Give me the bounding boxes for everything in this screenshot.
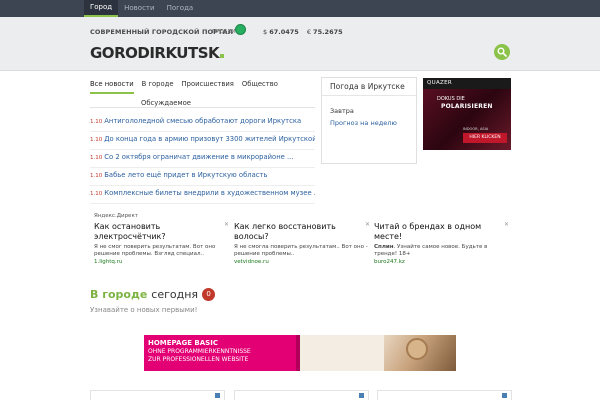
section-heading: В городе сегодня 0 — [90, 288, 216, 301]
eur-rate: € 75.2675 — [307, 28, 343, 36]
news-tabs: Все новости В городе Происшествия Общест… — [90, 80, 315, 107]
bottom-card[interactable] — [234, 390, 369, 400]
news-title: Бабье лето ещё придет в Иркутскую област… — [104, 171, 268, 179]
traffic-indicator-icon[interactable] — [235, 24, 246, 35]
usd-rate: $ 67.0475 — [263, 28, 299, 36]
weather-tomorrow: Завтра — [330, 107, 354, 115]
site-header: СОВРЕМЕННЫЙ ГОРОДСКОЙ ПОРТАЛ ПРОБКИ $ 67… — [0, 17, 600, 71]
top-nav-item-news[interactable]: Новости — [118, 0, 160, 17]
logo-dot-icon — [220, 54, 225, 58]
search-button[interactable] — [494, 44, 510, 60]
banner-person-image — [406, 338, 428, 360]
news-date: 1.10 — [90, 137, 103, 143]
homepage-banner-ad[interactable]: HOMEPAGE BASIC OHNE PROGRAMMIERKENNTNISS… — [144, 335, 456, 371]
bottom-card[interactable] — [90, 390, 225, 400]
tab-incidents[interactable]: Происшествия — [182, 80, 234, 94]
ad-headline: POLARISIEREN — [441, 103, 493, 110]
news-title: Со 2 октября ограничат движение в микрор… — [104, 153, 294, 161]
ad-banner-right[interactable]: QUAZER DOKUS DIE POLARISIEREN INDOOR, AS… — [423, 78, 511, 150]
tab-all-news[interactable]: Все новости — [90, 80, 134, 94]
tab-discussed[interactable]: Обсуждаемое — [138, 99, 315, 107]
direct-ad-text: Я не смогла поверить результатам.. Вот о… — [234, 244, 368, 257]
direct-ad-title[interactable]: Как легко восстановить волосы? — [234, 222, 369, 242]
direct-ad-url[interactable]: vetvidnoe.ru — [234, 259, 369, 265]
banner-line1: HOMEPAGE BASIC — [148, 339, 218, 347]
usd-symbol: $ — [263, 28, 268, 36]
card-badge-icon — [502, 393, 507, 398]
top-nav-bar: Город Новости Погода — [0, 0, 600, 17]
news-item[interactable]: 1.10 Бабье лето ещё придет в Иркутскую об… — [90, 168, 315, 186]
news-title: Антигололедной смесью обработают дороги … — [104, 117, 302, 125]
news-item[interactable]: 1.10 Антигололедной смесью обработают дор… — [90, 114, 315, 132]
card-badge-icon — [215, 393, 220, 398]
eur-symbol: € — [306, 28, 311, 36]
search-icon — [497, 47, 507, 57]
weather-widget: Погода в Иркутске Завтра Прогноз на неде… — [321, 77, 417, 164]
banner-stripe — [296, 335, 300, 371]
direct-ad-text: Сплин. Узнайте самое новое. Будьте в тре… — [374, 244, 509, 258]
news-date: 1.10 — [90, 119, 103, 125]
news-item[interactable]: 1.10 Комплексные билеты внедрили в художе… — [90, 186, 315, 204]
section-title-dark: сегодня — [151, 288, 199, 301]
count-badge: 0 — [202, 288, 216, 301]
currency-rates: $ 67.0475 € 75.2675 — [263, 28, 343, 36]
usd-value: 67.0475 — [269, 28, 299, 36]
direct-ad-title[interactable]: Читай о брендах в одном месте! — [374, 222, 509, 242]
top-nav-item-city[interactable]: Город — [84, 0, 119, 17]
top-nav-item-weather[interactable]: Погода — [161, 0, 200, 17]
yandex-direct-block: Яндекс.Директ Как остановить электросчёт… — [90, 213, 510, 268]
weather-week-link[interactable]: Прогноз на неделю — [322, 115, 416, 131]
top-nav: Город Новости Погода — [84, 0, 199, 17]
direct-ad[interactable]: Как остановить электросчётчик? Я не смог… — [94, 222, 229, 265]
ad-click-button[interactable]: HIER KLICKEN — [463, 133, 507, 143]
news-date: 1.10 — [90, 173, 103, 179]
logo-text: GORODIRKUTSK — [90, 44, 220, 62]
section-subtitle: Узнавайте о новых первыми! — [90, 306, 198, 314]
card-badge-icon — [359, 393, 364, 398]
ad-brand: QUAZER — [423, 78, 511, 89]
direct-ad[interactable]: Читай о брендах в одном месте! Сплин. Уз… — [374, 222, 509, 265]
site-logo[interactable]: GORODIRKUTSK — [90, 44, 225, 62]
tab-society[interactable]: Общество — [242, 80, 278, 94]
news-list: 1.10 Антигололедной смесью обработают дор… — [90, 114, 315, 204]
close-icon[interactable]: ✕ — [365, 221, 370, 228]
direct-ad-title[interactable]: Как остановить электросчётчик? — [94, 222, 229, 242]
ad-small-text: INDOOR, ASIA — [463, 127, 489, 131]
tabs-divider — [90, 107, 315, 108]
close-icon[interactable]: ✕ — [504, 221, 509, 228]
eur-value: 75.2675 — [313, 28, 343, 36]
direct-label[interactable]: Яндекс.Директ — [94, 213, 138, 219]
direct-ad[interactable]: Как легко восстановить волосы? Я не смог… — [234, 222, 369, 265]
ad-tagline: DOKUS DIE — [437, 96, 465, 102]
tab-discussed-label: Обсуждаемое — [141, 99, 191, 107]
traffic-label: ПРОБКИ — [212, 29, 236, 35]
direct-ad-url[interactable]: buro247.kz — [374, 259, 509, 265]
close-icon[interactable]: ✕ — [224, 221, 229, 228]
banner-line3: ZUR PROFESSIONELLEN WEBSITE — [148, 356, 249, 363]
direct-ad-url[interactable]: 1.lightq.ru — [94, 259, 229, 265]
tab-in-city[interactable]: В городе — [142, 80, 174, 94]
news-title: До конца года в армию призовут 3300 жите… — [104, 135, 315, 143]
banner-line2: OHNE PROGRAMMIERKENNTNISSE — [148, 348, 251, 355]
news-item[interactable]: 1.10 Со 2 октября ограничат движение в ми… — [90, 150, 315, 168]
news-date: 1.10 — [90, 155, 103, 161]
direct-ad-brand: Сплин — [374, 244, 394, 250]
news-date: 1.10 — [90, 191, 103, 197]
news-tabs-row: Все новости В городе Происшествия Общест… — [90, 80, 315, 94]
bottom-card[interactable] — [377, 390, 512, 400]
weather-title[interactable]: Погода в Иркутске — [322, 78, 416, 96]
news-item[interactable]: 1.10 До конца года в армию призовут 3300 … — [90, 132, 315, 150]
news-title: Комплексные билеты внедрили в художестве… — [104, 189, 315, 197]
direct-ad-text: Я не смог поверить результатам. Вот оно … — [94, 244, 216, 257]
section-title-green[interactable]: В городе — [90, 288, 147, 301]
